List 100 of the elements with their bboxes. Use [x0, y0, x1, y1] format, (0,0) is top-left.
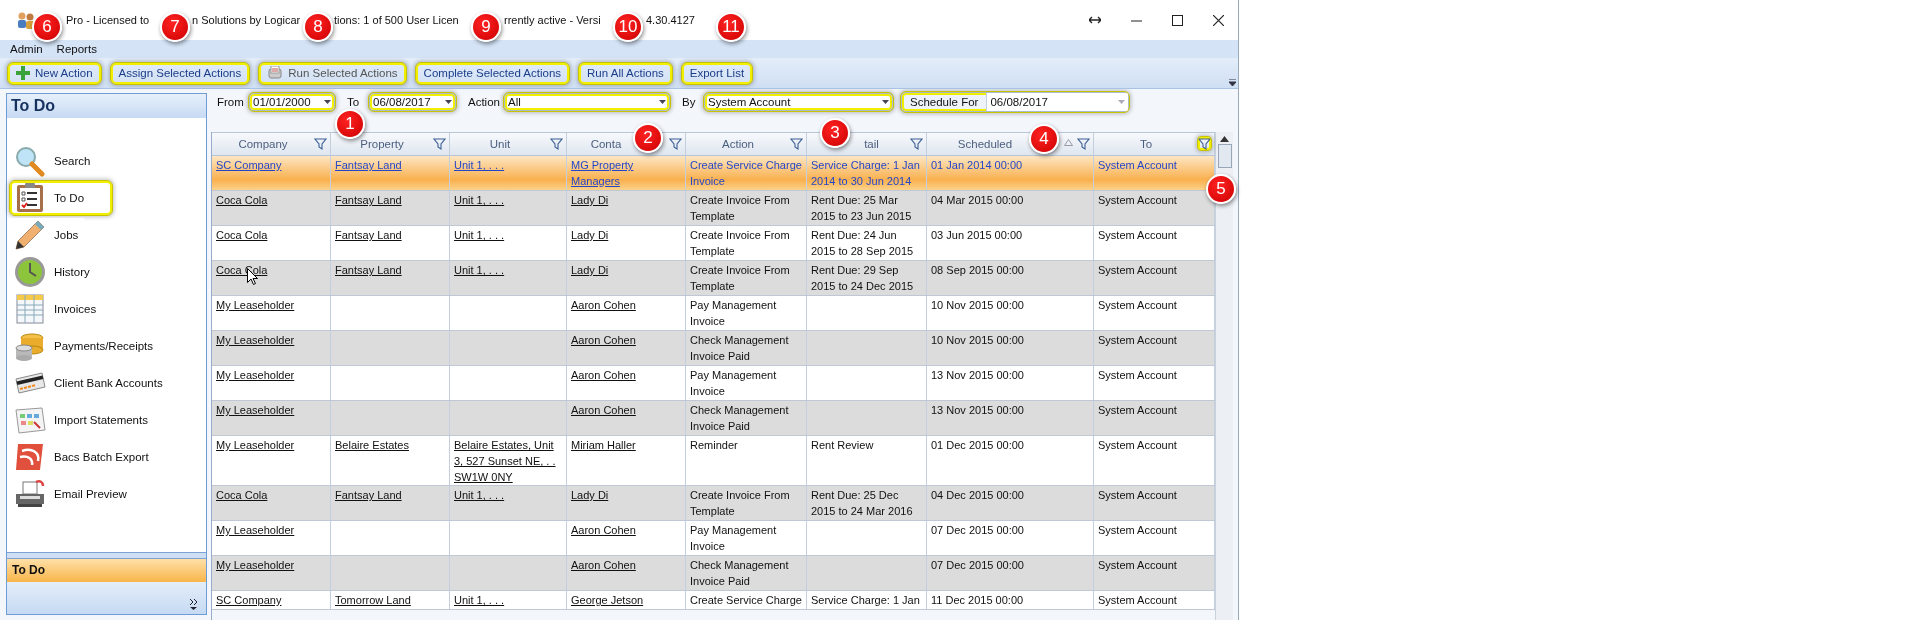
- table-link[interactable]: Lady Di: [571, 192, 683, 208]
- table-row[interactable]: Coca Cola Fantsay Land Unit 1, . . . Lady Di Create Invoice From Template Rent Due: 24 Jun 2015 to 28 Sep 2015 03 Jun 2015 00:00 System Account: [212, 226, 1215, 261]
- filter-icon[interactable]: [314, 137, 327, 150]
- column-header[interactable]: Unit: [450, 133, 567, 155]
- table-cell: Rent Review: [807, 436, 927, 485]
- table-row[interactable]: My Leaseholder Aaron Cohen Check Management Invoice Paid 13 Nov 2015 00:00 System Account: [212, 401, 1215, 436]
- table-cell: 03 Jun 2015 00:00: [927, 226, 1094, 260]
- table-row[interactable]: My Leaseholder Aaron Cohen Pay Management Invoice 10 Nov 2015 00:00 System Account: [212, 296, 1215, 331]
- table-link[interactable]: Fantsay Land: [335, 157, 447, 173]
- maximize-icon[interactable]: [1172, 14, 1183, 26]
- column-header[interactable]: Company: [212, 133, 331, 155]
- toolbar-button[interactable]: Export List: [681, 62, 753, 84]
- table-row[interactable]: My Leaseholder Aaron Cohen Check Management Invoice Paid 10 Nov 2015 00:00 System Account: [212, 331, 1215, 366]
- table-link[interactable]: Coca Cola: [216, 487, 328, 503]
- table-link[interactable]: My Leaseholder: [216, 297, 328, 313]
- filter-icon[interactable]: [910, 137, 923, 150]
- table-cell: Pay Management Invoice: [686, 521, 807, 555]
- scrollbar[interactable]: [1215, 132, 1233, 620]
- table-row[interactable]: Coca Cola Fantsay Land Unit 1, . . . Lady Di Create Invoice From Template Rent Due: 25 Dec 2015 to 24 Mar 2016 04 Dec 2015 00:00 System Account: [212, 486, 1215, 521]
- schedule-field[interactable]: Schedule For 06/08/2017: [901, 92, 1130, 112]
- filter-icon[interactable]: [1198, 137, 1211, 150]
- sidebar-header: To Do: [7, 94, 206, 118]
- table-cell: Pay Management Invoice: [686, 296, 807, 330]
- toolbar-button[interactable]: Run All Actions: [579, 62, 672, 84]
- table-link[interactable]: Fantsay Land: [335, 262, 447, 278]
- table-link[interactable]: MG Property Managers: [571, 157, 683, 189]
- menu-item[interactable]: Reports: [56, 43, 97, 55]
- table-link[interactable]: Aaron Cohen: [571, 522, 683, 538]
- dropdown-field[interactable]: 06/08/2017: [369, 93, 456, 111]
- table-cell: 07 Dec 2015 00:00: [927, 521, 1094, 555]
- toolbar-button[interactable]: Run Selected Actions: [259, 62, 406, 84]
- calendar-icon: [14, 404, 46, 436]
- table-link[interactable]: Unit 1, . . .: [454, 262, 564, 278]
- table-link[interactable]: Unit 1, . . .: [454, 227, 564, 243]
- toolbar-button[interactable]: Assign Selected Actions: [110, 62, 250, 84]
- table-link[interactable]: Lady Di: [571, 227, 683, 243]
- filter-icon[interactable]: [550, 137, 563, 150]
- dropdown-field[interactable]: System Account: [704, 93, 893, 111]
- table-row[interactable]: My Leaseholder Belaire Estates Belaire Estates, Unit 3, 527 Sunset NE, . . SW1W 0NY Miriam Haller Reminder Rent Review 01 Dec 2015 00:00 System Account: [212, 436, 1215, 486]
- coins-icon: [14, 330, 46, 362]
- toolbar-button[interactable]: New Action: [8, 62, 101, 84]
- toolbar-overflow-icon[interactable]: [1229, 79, 1236, 86]
- table-link[interactable]: Tomorrow Land: [335, 592, 447, 608]
- chevron-icon[interactable]: [189, 598, 198, 610]
- table-link[interactable]: Fantsay Land: [335, 227, 447, 243]
- table-link[interactable]: Belaire Estates, Unit 3, 527 Sunset NE, . . SW1W 0NY: [454, 437, 564, 485]
- table-link[interactable]: Fantsay Land: [335, 192, 447, 208]
- table-link[interactable]: Aaron Cohen: [571, 367, 683, 383]
- filter-icon[interactable]: [433, 137, 446, 150]
- toolbar-button[interactable]: Complete Selected Actions: [415, 62, 570, 84]
- table-link[interactable]: My Leaseholder: [216, 367, 328, 383]
- table-link[interactable]: Coca Cola: [216, 227, 328, 243]
- resize-icon[interactable]: [1089, 15, 1101, 25]
- table-link[interactable]: My Leaseholder: [216, 402, 328, 418]
- table-link[interactable]: Aaron Cohen: [571, 557, 683, 573]
- filter-icon[interactable]: [1077, 137, 1090, 150]
- close-icon[interactable]: [1213, 14, 1224, 26]
- table-link[interactable]: Aaron Cohen: [571, 297, 683, 313]
- filter-icon[interactable]: [790, 137, 803, 150]
- table-link[interactable]: Unit 1, . . .: [454, 157, 564, 173]
- table-link[interactable]: Unit 1, . . .: [454, 487, 564, 503]
- table-link[interactable]: Aaron Cohen: [571, 402, 683, 418]
- table-row[interactable]: SC Company Fantsay Land Unit 1, . . . MG Property Managers Create Service Charge Invoice Service Charge: 1 Jan 2014 to 30 Jun 2014 01 Jan 2014 00:00 System Account: [212, 156, 1215, 191]
- table-cell: Check Management Invoice Paid: [686, 331, 807, 365]
- menu-item[interactable]: Admin: [10, 43, 43, 55]
- table-link[interactable]: Belaire Estates: [335, 437, 447, 453]
- table-row[interactable]: Coca Cola Fantsay Land Unit 1, . . . Lady Di Create Invoice From Template Rent Due: 25 Mar 2015 to 23 Jun 2015 04 Mar 2015 00:00 System Account: [212, 191, 1215, 226]
- field-label: By: [682, 96, 697, 108]
- table-link[interactable]: Aaron Cohen: [571, 332, 683, 348]
- table-link[interactable]: Lady Di: [571, 262, 683, 278]
- table-link[interactable]: My Leaseholder: [216, 437, 328, 453]
- sidebar-section-bar[interactable]: To Do: [7, 559, 206, 582]
- table-cell: Rent Due: 25 Dec 2015 to 24 Mar 2016: [807, 486, 927, 520]
- table-link[interactable]: SC Company: [216, 592, 328, 608]
- table-link[interactable]: Unit 1, . . .: [454, 592, 564, 608]
- table-cell: Check Management Invoice Paid: [686, 401, 807, 435]
- table-link[interactable]: My Leaseholder: [216, 332, 328, 348]
- dropdown-field[interactable]: All: [504, 93, 670, 111]
- table-link[interactable]: Miriam Haller: [571, 437, 683, 453]
- table-link[interactable]: My Leaseholder: [216, 557, 328, 573]
- table-link[interactable]: George Jetson: [571, 592, 683, 608]
- scrollbar-thumb[interactable]: [1217, 144, 1232, 168]
- table-row[interactable]: SC Company Tomorrow Land Unit 1, . . . George Jetson Create Service Charge Service Charge: 1 Jan 11 Dec 2015 00:00 System Account: [212, 591, 1215, 610]
- table-link[interactable]: Unit 1, . . .: [454, 192, 564, 208]
- sidebar-item[interactable]: To Do: [10, 181, 112, 215]
- table-link[interactable]: SC Company: [216, 157, 328, 173]
- table-row[interactable]: My Leaseholder Aaron Cohen Check Management Invoice Paid 07 Dec 2015 00:00 System Account: [212, 556, 1215, 591]
- table-row[interactable]: My Leaseholder Aaron Cohen Pay Management Invoice 13 Nov 2015 00:00 System Account: [212, 366, 1215, 401]
- table-link[interactable]: Fantsay Land: [335, 487, 447, 503]
- table-cell: 11 Dec 2015 00:00: [927, 591, 1094, 609]
- table-link[interactable]: Coca Cola: [216, 192, 328, 208]
- table-link[interactable]: Lady Di: [571, 487, 683, 503]
- dropdown-field[interactable]: 01/01/2000: [249, 93, 335, 111]
- clipboard-icon: [14, 182, 46, 214]
- filter-icon[interactable]: [669, 137, 682, 150]
- column-header[interactable]: Action: [686, 133, 807, 155]
- scroll-up-icon[interactable]: [1220, 136, 1229, 142]
- table-link[interactable]: My Leaseholder: [216, 522, 328, 538]
- table-row[interactable]: My Leaseholder Aaron Cohen Pay Management Invoice 07 Dec 2015 00:00 System Account: [212, 521, 1215, 556]
- table-cell: Create Invoice From Template: [686, 191, 807, 225]
